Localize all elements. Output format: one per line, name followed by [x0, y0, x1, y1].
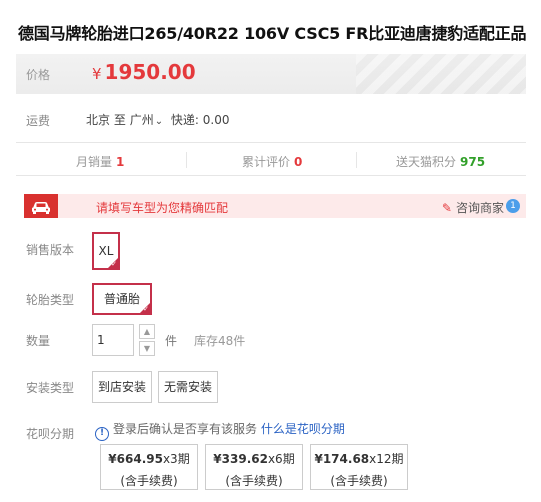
- installment-plan-6[interactable]: ¥339.62x6期 (含手续费): [205, 444, 303, 490]
- huabei-help-link[interactable]: 什么是花呗分期: [261, 422, 345, 436]
- stats-divider: [186, 152, 187, 168]
- plan-amount: ¥664.95: [108, 452, 163, 466]
- tmall-points-value: 975: [460, 155, 486, 169]
- plan-periods: x3期: [162, 452, 190, 466]
- version-option-label: XL: [98, 244, 114, 258]
- quantity-decrease-button[interactable]: ▼: [139, 341, 155, 356]
- monthly-sales-label: 月销量: [76, 155, 113, 169]
- review-count[interactable]: 累计评价 0: [242, 153, 302, 170]
- install-type-label: 安装类型: [26, 381, 75, 395]
- plan-fee-note: (含手续费): [225, 474, 283, 488]
- plan-periods: x6期: [267, 452, 295, 466]
- tmall-points-label: 送天猫积分: [396, 155, 457, 169]
- installment-plan-3[interactable]: ¥664.95x3期 (含手续费): [100, 444, 198, 490]
- tire-type-label: 轮胎类型: [26, 293, 75, 307]
- shipping-info: 北京 至 广州⌄ 快递: 0.00: [86, 111, 230, 128]
- price-panel-pattern: [356, 54, 526, 94]
- product-title: 德国马牌轮胎进口265/40R22 106V CSC5 FR比亚迪唐捷豹适配正品: [18, 24, 527, 43]
- plan-fee-note: (含手续费): [330, 474, 388, 488]
- stock-count: 库存48件: [194, 334, 246, 348]
- quantity-unit: 件: [165, 334, 178, 348]
- quantity-input[interactable]: 1: [92, 324, 134, 356]
- ship-from: 北京: [86, 113, 111, 127]
- price-amount: 1950.00: [104, 60, 196, 84]
- car-icon: [24, 194, 58, 218]
- monthly-sales-count: 1: [116, 155, 125, 169]
- ship-to-word: 至: [113, 113, 126, 127]
- plan-amount: ¥174.68: [314, 452, 370, 466]
- plan-fee-note: (含手续费): [120, 474, 178, 488]
- info-icon: !: [95, 427, 109, 441]
- express-fee: 快递: 0.00: [170, 113, 230, 127]
- selected-check-icon: ✓: [111, 260, 117, 268]
- currency-symbol: ¥: [92, 65, 102, 83]
- price-value: ¥1950.00: [92, 60, 196, 84]
- installment-plan-12[interactable]: ¥174.68x12期 (含手续费): [310, 444, 408, 490]
- tire-type-option-label: 普通胎: [103, 292, 140, 306]
- monthly-sales: 月销量 1: [76, 153, 124, 170]
- shipping-label: 运费: [26, 114, 51, 128]
- tmall-points: 送天猫积分 975: [396, 153, 485, 170]
- version-label: 销售版本: [26, 243, 75, 257]
- stats-divider: [356, 152, 357, 168]
- quantity-label: 数量: [26, 334, 51, 348]
- version-option-xl[interactable]: XL ✓: [92, 232, 120, 270]
- chevron-down-icon[interactable]: ⌄: [155, 116, 163, 127]
- huabei-info: ! 登录后确认是否享有该服务 什么是花呗分期: [95, 420, 345, 441]
- huabei-label: 花呗分期: [26, 427, 75, 441]
- stats-bar: 月销量 1 累计评价 0 送天猫积分 975: [16, 142, 526, 176]
- huabei-login-hint: 登录后确认是否享有该服务: [113, 422, 258, 436]
- message-count-badge[interactable]: 1: [506, 199, 520, 213]
- consult-seller-link[interactable]: ✎ 咨询商家: [442, 199, 504, 216]
- consult-seller-label[interactable]: 咨询商家: [456, 201, 504, 215]
- selected-check-icon: ✓: [143, 305, 149, 313]
- car-model-tip[interactable]: 请填写车型为您精确匹配 ✎ 咨询商家 1: [24, 194, 526, 218]
- price-panel: 价格 ¥1950.00: [16, 54, 526, 94]
- quantity-increase-button[interactable]: ▲: [139, 324, 155, 339]
- ship-to-city[interactable]: 广州: [130, 113, 154, 127]
- price-label: 价格: [26, 68, 51, 82]
- pencil-icon[interactable]: ✎: [442, 201, 452, 215]
- plan-amount: ¥339.62: [213, 452, 268, 466]
- install-option-none[interactable]: 无需安装: [158, 371, 218, 403]
- chevron-up-icon[interactable]: ▲: [144, 327, 150, 336]
- plan-periods: x12期: [369, 452, 404, 466]
- review-count-value[interactable]: 0: [294, 155, 302, 169]
- review-count-label[interactable]: 累计评价: [242, 155, 290, 169]
- install-option-store[interactable]: 到店安装: [92, 371, 152, 403]
- chevron-down-icon[interactable]: ▼: [144, 344, 150, 353]
- ship-to-selector[interactable]: 广州⌄: [130, 113, 167, 127]
- car-tip-text[interactable]: 请填写车型为您精确匹配: [96, 199, 228, 216]
- tire-type-option-standard[interactable]: 普通胎 ✓: [92, 283, 152, 315]
